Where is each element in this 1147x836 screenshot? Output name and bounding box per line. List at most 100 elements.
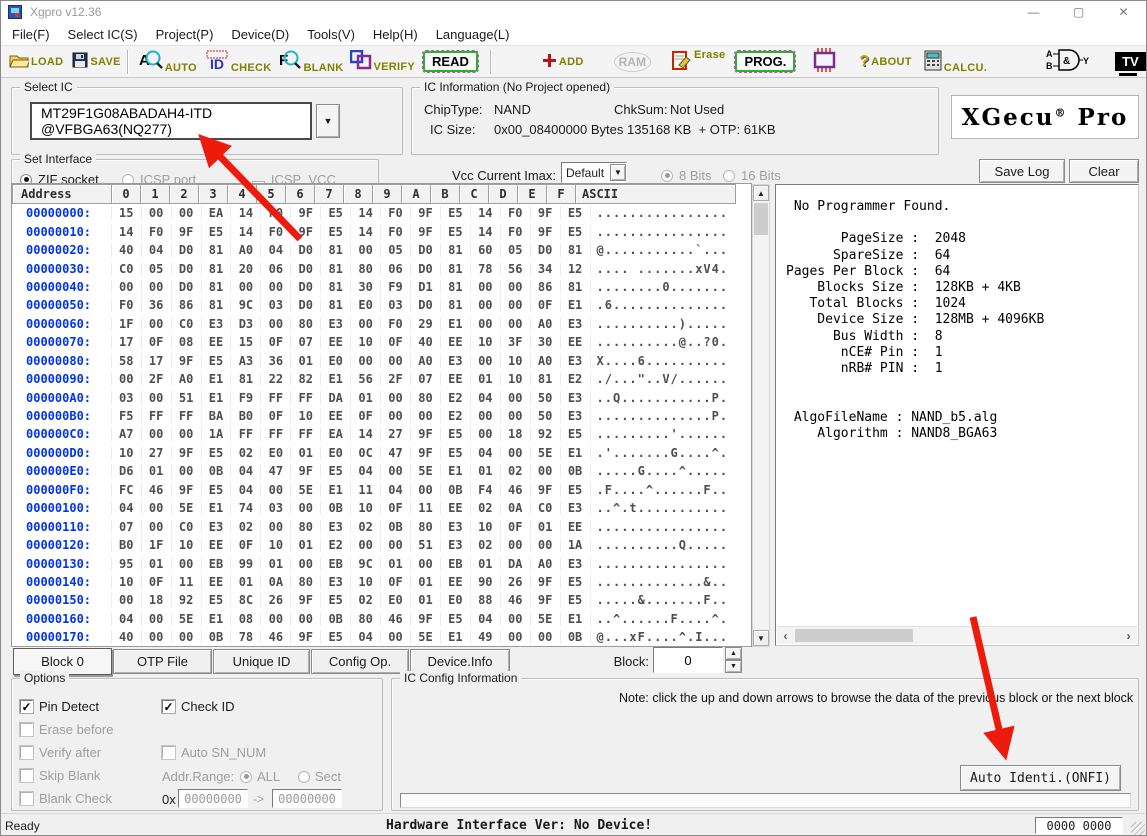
menu-language-l[interactable]: Language(L) — [427, 24, 519, 45]
hex-byte-cell[interactable]: 46 — [501, 483, 531, 497]
hex-byte-cell[interactable]: 0B — [321, 612, 351, 626]
hex-byte-cell[interactable]: E0 — [321, 446, 351, 460]
hex-byte-cell[interactable]: 30 — [351, 280, 381, 294]
hex-byte-cell[interactable]: 81 — [441, 298, 471, 312]
hex-byte-cell[interactable]: 00 — [261, 317, 291, 331]
pin-detect-checkbox[interactable]: ✓Pin Detect — [20, 699, 99, 714]
hex-row[interactable]: 00000080:58179FE5A33601E00000A0E30010A0E… — [12, 352, 751, 370]
hex-byte-cell[interactable]: 80 — [411, 391, 441, 405]
load-button[interactable]: LOAD — [9, 53, 63, 71]
hex-byte-cell[interactable]: 50 — [531, 409, 561, 423]
hex-byte-cell[interactable]: 0F — [261, 335, 291, 349]
hex-byte-cell[interactable]: 56 — [351, 372, 381, 386]
hex-byte-cell[interactable]: E1 — [441, 317, 471, 331]
hex-byte-cell[interactable]: E5 — [441, 612, 471, 626]
hex-byte-cell[interactable]: 15 — [112, 206, 142, 220]
hex-byte-cell[interactable]: 00 — [411, 409, 441, 423]
hex-byte-cell[interactable]: 88 — [471, 593, 501, 607]
hex-byte-cell[interactable]: 02 — [471, 538, 501, 552]
vcc-dropdown-button[interactable]: ▼ — [610, 164, 626, 181]
hex-byte-cell[interactable]: 00 — [261, 520, 291, 534]
hex-byte-cell[interactable]: EB — [202, 557, 232, 571]
hex-byte-cell[interactable]: 22 — [261, 372, 291, 386]
hex-byte-cell[interactable]: 01 — [231, 575, 261, 589]
erase-button[interactable]: Erase — [671, 49, 725, 74]
block-number-input[interactable]: 0 — [653, 647, 723, 673]
hex-byte-cell[interactable]: 86 — [531, 280, 561, 294]
hex-byte-cell[interactable]: 0F — [142, 575, 172, 589]
hex-byte-cell[interactable]: 02 — [471, 501, 501, 515]
hex-byte-cell[interactable]: 9F — [411, 427, 441, 441]
hex-byte-cell[interactable]: 47 — [261, 464, 291, 478]
hex-byte-cell[interactable]: 07 — [411, 372, 441, 386]
hex-byte-cell[interactable]: 81 — [321, 243, 351, 257]
hex-byte-cell[interactable]: 86 — [172, 298, 202, 312]
hex-byte-cell[interactable]: 00 — [142, 280, 172, 294]
hex-row[interactable]: 00000030:C005D0812006D0818006D0817856341… — [12, 259, 751, 277]
hex-byte-cell[interactable]: D0 — [411, 298, 441, 312]
check-id-checkbox[interactable]: ✓Check ID — [162, 699, 234, 714]
hex-byte-cell[interactable]: 9F — [531, 575, 561, 589]
block-down-arrow[interactable]: ▼ — [725, 660, 742, 673]
hex-byte-cell[interactable]: F0 — [142, 225, 172, 239]
hex-row[interactable]: 00000010:14F09FE514F09FE514F09FE514F09FE… — [12, 222, 751, 240]
hex-byte-cell[interactable]: 01 — [471, 464, 501, 478]
hex-byte-cell[interactable]: D0 — [411, 243, 441, 257]
hex-byte-cell[interactable]: 07 — [291, 335, 321, 349]
hex-byte-cell[interactable]: 05 — [501, 243, 531, 257]
hex-byte-cell[interactable]: 14 — [351, 206, 381, 220]
hex-byte-cell[interactable]: F9 — [381, 280, 411, 294]
hex-byte-cell[interactable]: 36 — [142, 298, 172, 312]
hex-byte-cell[interactable]: 9C — [351, 557, 381, 571]
hex-byte-cell[interactable]: A0 — [531, 354, 561, 368]
hex-byte-cell[interactable]: E5 — [202, 446, 232, 460]
hex-byte-cell[interactable]: 00 — [142, 520, 172, 534]
hex-byte-cell[interactable]: 0F — [231, 538, 261, 552]
hex-byte-cell[interactable]: E5 — [202, 593, 232, 607]
hex-byte-cell[interactable]: 56 — [501, 262, 531, 276]
hex-byte-cell[interactable]: 0F — [381, 575, 411, 589]
range-end-field[interactable]: 00000000 — [272, 789, 342, 808]
hex-byte-cell[interactable]: 29 — [411, 317, 441, 331]
maximize-button[interactable]: ▢ — [1056, 1, 1101, 23]
hex-byte-cell[interactable]: 00 — [231, 280, 261, 294]
hex-row[interactable]: 00000150:001892E58C269FE502E001E088469FE… — [12, 591, 751, 609]
hex-byte-cell[interactable]: 00 — [501, 298, 531, 312]
prog-button[interactable]: PROG. — [735, 51, 795, 72]
hex-byte-cell[interactable]: E5 — [441, 446, 471, 460]
hex-byte-cell[interactable]: D0 — [172, 262, 202, 276]
hex-byte-cell[interactable]: E5 — [561, 225, 591, 239]
save-button[interactable]: SAVE — [72, 52, 120, 71]
hex-byte-cell[interactable]: 04 — [471, 446, 501, 460]
hex-byte-cell[interactable]: 9C — [231, 298, 261, 312]
hex-byte-cell[interactable]: 81 — [561, 243, 591, 257]
hex-byte-cell[interactable]: 03 — [261, 501, 291, 515]
hex-byte-cell[interactable]: 0A — [261, 575, 291, 589]
hex-byte-cell[interactable]: E2 — [441, 391, 471, 405]
hex-byte-cell[interactable]: 9F — [291, 464, 321, 478]
hex-byte-cell[interactable]: 00 — [471, 280, 501, 294]
hex-row[interactable]: 000000E0:D601000B04479FE504005EE10102000… — [12, 462, 751, 480]
hex-byte-cell[interactable]: E5 — [202, 354, 232, 368]
hex-byte-cell[interactable]: 9F — [531, 206, 561, 220]
hex-byte-cell[interactable]: 11 — [172, 575, 202, 589]
menu-device-d[interactable]: Device(D) — [222, 24, 298, 45]
hex-byte-cell[interactable]: 10 — [351, 501, 381, 515]
hex-byte-cell[interactable]: 00 — [291, 557, 321, 571]
hex-byte-cell[interactable]: D0 — [291, 298, 321, 312]
tv-output-button[interactable]: TV — [1115, 52, 1146, 71]
hex-byte-cell[interactable]: 00 — [501, 409, 531, 423]
hex-byte-cell[interactable]: E5 — [561, 575, 591, 589]
hex-byte-cell[interactable]: 06 — [261, 262, 291, 276]
hex-byte-cell[interactable]: 10 — [351, 575, 381, 589]
hex-byte-cell[interactable]: 15 — [231, 335, 261, 349]
hex-byte-cell[interactable]: 20 — [231, 262, 261, 276]
hex-byte-cell[interactable]: D0 — [172, 243, 202, 257]
hex-byte-cell[interactable]: FF — [231, 427, 261, 441]
hex-byte-cell[interactable]: 9F — [531, 593, 561, 607]
hex-byte-cell[interactable]: E5 — [441, 427, 471, 441]
hex-byte-cell[interactable]: 40 — [112, 243, 142, 257]
hex-byte-cell[interactable]: 18 — [501, 427, 531, 441]
hex-byte-cell[interactable]: 18 — [142, 593, 172, 607]
scroll-left-arrow[interactable]: ‹ — [777, 627, 794, 644]
